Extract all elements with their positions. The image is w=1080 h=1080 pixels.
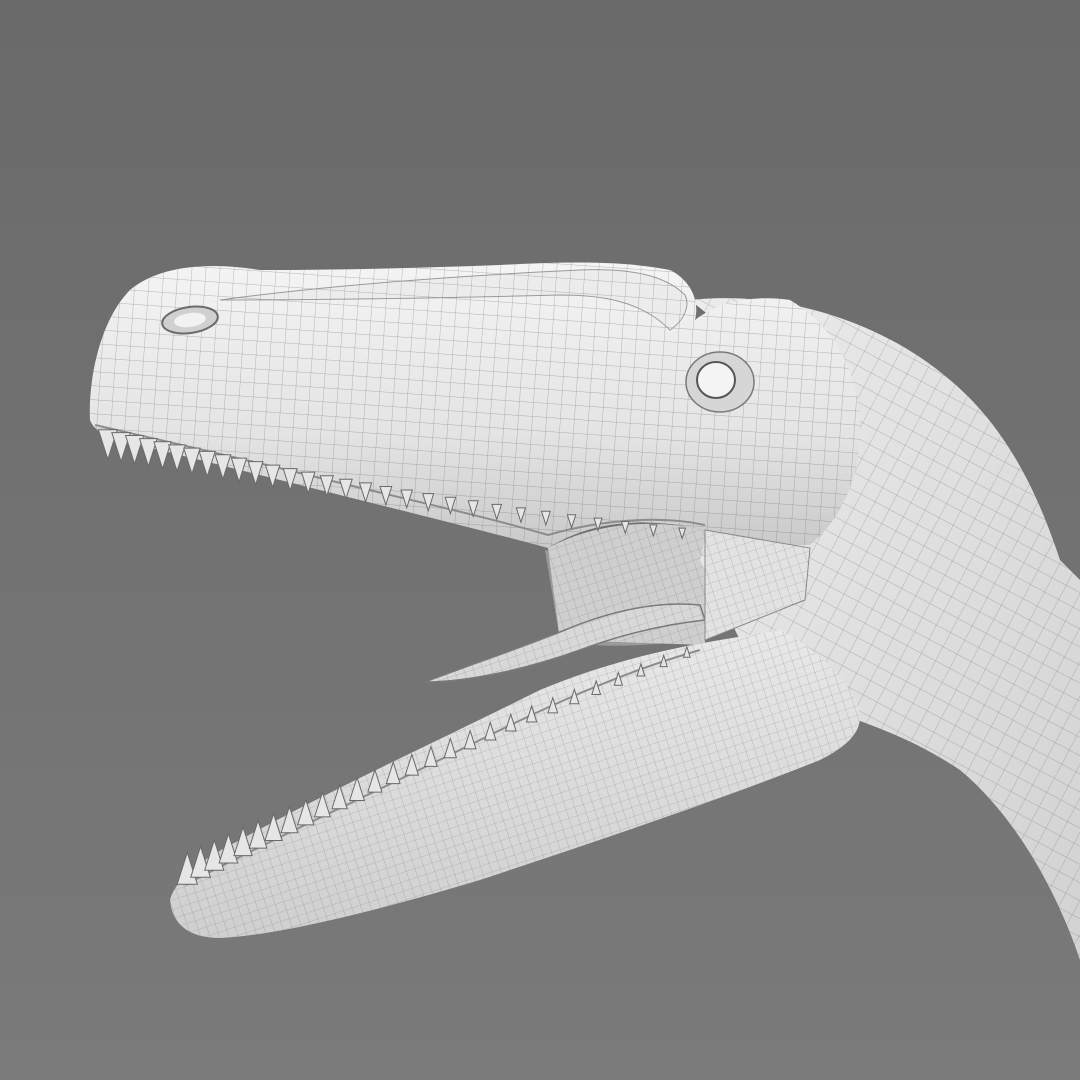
render-viewport — [0, 0, 1080, 1080]
eye — [696, 361, 736, 399]
dinosaur-render — [0, 0, 1080, 1080]
